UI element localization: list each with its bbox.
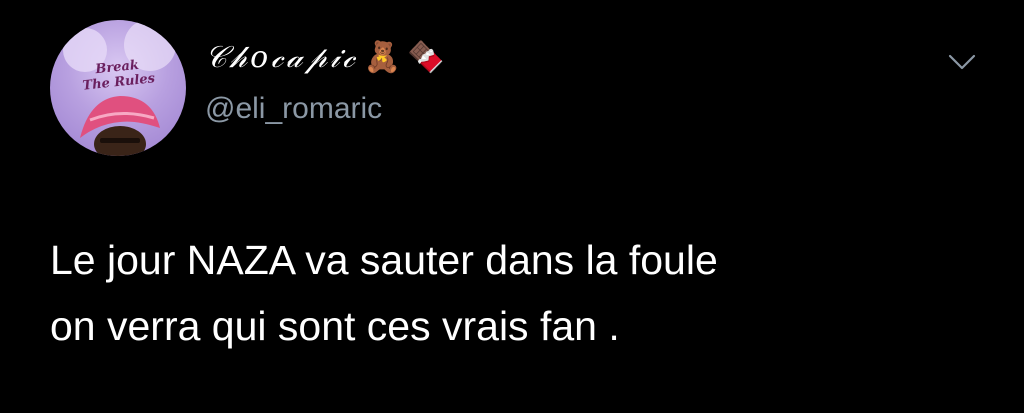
teddy-bear-emoji-icon: 🧸: [363, 40, 402, 75]
tweet-text: Le jour NAZA va sauter dans la foule on …: [50, 227, 990, 359]
chocolate-bar-emoji-icon: 🍫: [407, 40, 445, 75]
avatar[interactable]: Break The Rules: [50, 20, 186, 156]
tweet-text-line: Le jour NAZA va sauter dans la foule: [50, 237, 718, 283]
user-handle[interactable]: @eli_romaric: [205, 92, 382, 126]
tweet-text-line: on verra qui sont ces vrais fan .: [50, 303, 620, 349]
display-name-text: 𝒞𝒽𝑜𝒸𝒶𝓅𝒾𝒸: [205, 40, 358, 75]
tweet: Break The Rules 𝒞𝒽𝑜𝒸𝒶𝓅𝒾𝒸 🧸 🍫 @eli_romari…: [0, 0, 1024, 413]
chevron-down-icon[interactable]: [948, 52, 976, 72]
display-name[interactable]: 𝒞𝒽𝑜𝒸𝒶𝓅𝒾𝒸 🧸 🍫: [205, 40, 445, 75]
